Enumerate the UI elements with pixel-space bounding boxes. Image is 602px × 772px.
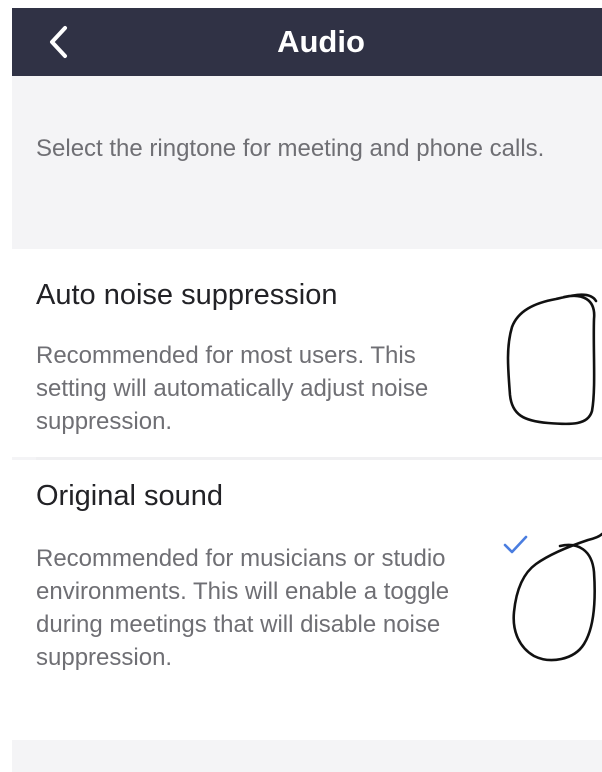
option-select-indicator[interactable] — [494, 289, 602, 429]
option-description: Recommended for musicians or studio envi… — [36, 545, 450, 671]
checkmark-icon — [503, 535, 528, 554]
option-auto-noise-suppression[interactable]: Auto noise suppression Recommended for m… — [12, 249, 602, 457]
option-title: Original sound — [36, 480, 223, 512]
option-title: Auto noise suppression — [36, 279, 338, 311]
audio-settings-screen: Audio Select the ringtone for meeting an… — [0, 0, 602, 772]
bottom-spacer — [12, 740, 602, 772]
option-description: Recommended for most users. This setting… — [36, 342, 429, 435]
settings-content: Select the ringtone for meeting and phon… — [12, 76, 602, 772]
hand-drawn-circle-annotation — [506, 293, 598, 426]
option-original-sound[interactable]: Original sound Recommended for musicians… — [12, 460, 602, 740]
navigation-bar: Audio — [12, 8, 602, 76]
page-title: Audio — [277, 24, 365, 59]
option-select-indicator[interactable] — [500, 532, 602, 672]
section-description: Select the ringtone for meeting and phon… — [36, 135, 545, 162]
top-margin — [0, 0, 602, 8]
